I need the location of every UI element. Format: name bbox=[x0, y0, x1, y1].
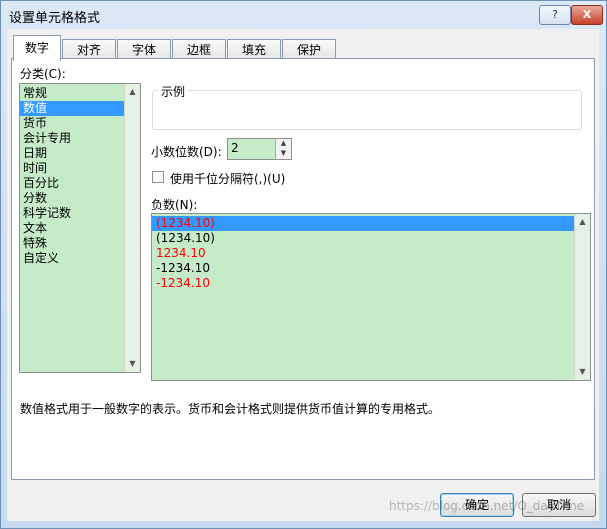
category-item[interactable]: 会计专用 bbox=[20, 131, 140, 146]
category-item[interactable]: 数值 bbox=[20, 101, 140, 116]
thousands-separator-label[interactable]: 使用千位分隔符(,)(U) bbox=[170, 170, 285, 187]
spin-buttons: ▲ ▼ bbox=[275, 139, 291, 159]
tab-font[interactable]: 字体 bbox=[117, 39, 171, 59]
scroll-down-icon[interactable]: ▼ bbox=[125, 356, 140, 372]
decimal-places-label: 小数位数(D): bbox=[151, 145, 222, 159]
close-button[interactable]: X bbox=[571, 5, 603, 25]
decimal-places-stepper[interactable]: 2 ▲ ▼ bbox=[227, 138, 292, 160]
dialog-client: 数字 对齐 字体 边框 填充 保护 分类(C): 常规 数值 货币 会计专用 日期 时间百… bbox=[7, 29, 599, 521]
watermark: https://blog.csdn.net/O_dayTime bbox=[389, 499, 585, 513]
tab-alignment[interactable]: 对齐 bbox=[62, 39, 116, 59]
title-bar[interactable]: 设置单元格格式 ? X bbox=[1, 1, 606, 29]
dialog-window: 设置单元格格式 ? X 数字 对齐 字体 边框 填充 保护 分类(C): 常规数… bbox=[0, 0, 607, 529]
negative-format-item[interactable]: (1234.10) bbox=[152, 216, 576, 231]
category-item[interactable]: 分数 bbox=[20, 191, 140, 206]
scroll-up-icon[interactable]: ▲ bbox=[125, 84, 140, 100]
tab-protection[interactable]: 保护 bbox=[282, 39, 336, 59]
negative-format-item[interactable]: -1234.10 bbox=[152, 261, 576, 276]
category-scrollbar[interactable]: ▲ ▼ bbox=[124, 84, 140, 372]
help-button[interactable]: ? bbox=[539, 5, 571, 25]
spin-up-icon[interactable]: ▲ bbox=[276, 139, 291, 149]
decimal-places-value[interactable]: 2 bbox=[231, 141, 239, 155]
category-label: 分类(C): bbox=[20, 67, 66, 81]
sample-label: 示例 bbox=[159, 83, 188, 100]
thousands-separator-checkbox[interactable] bbox=[152, 171, 164, 183]
scroll-down-icon[interactable]: ▼ bbox=[575, 364, 590, 380]
tab-border[interactable]: 边框 bbox=[172, 39, 226, 59]
category-item[interactable]: 自定义 bbox=[20, 251, 140, 266]
negative-format-item[interactable]: 1234.10 bbox=[152, 246, 576, 261]
tab-strip: 数字 对齐 字体 边框 填充 保护 bbox=[7, 33, 599, 61]
format-description: 数值格式用于一般数字的表示。货币和会计格式则提供货币值计算的专用格式。 bbox=[20, 402, 441, 416]
tab-fill[interactable]: 填充 bbox=[227, 39, 281, 59]
negative-items: (1234.10) (1234.10) 1234.10 -1234.10 -1234.1… bbox=[152, 214, 590, 291]
sample-group: 示例 bbox=[152, 83, 582, 130]
category-item[interactable]: 特殊 bbox=[20, 236, 140, 251]
scroll-up-icon[interactable]: ▲ bbox=[575, 214, 590, 230]
category-list[interactable]: 常规 数值 货币 会计专用 日期 时间 百分比 分数 科学记数 文本 特殊 自定义 ▲ ▼ bbox=[19, 83, 141, 373]
negative-format-item[interactable]: (1234.10) bbox=[152, 231, 576, 246]
category-item[interactable]: 时间 bbox=[20, 161, 140, 176]
number-tab-panel: 分类(C): 常规 数值 货币 会计专用 日期 时间 百分比 分数 科学记数 文本 特殊 自定义 ▲ … bbox=[11, 58, 595, 480]
category-item[interactable]: 文本 bbox=[20, 221, 140, 236]
negative-numbers-label: 负数(N): bbox=[151, 198, 198, 212]
category-item[interactable]: 日期 bbox=[20, 146, 140, 161]
category-items: 常规 数值 货币 会计专用 日期 时间 百分比 分数 科学记数 文本 特殊 自定义 bbox=[20, 84, 140, 266]
category-item[interactable]: 科学记数 bbox=[20, 206, 140, 221]
spin-down-icon[interactable]: ▼ bbox=[276, 149, 291, 159]
window-title: 设置单元格格式 bbox=[9, 11, 101, 26]
negative-scrollbar[interactable]: ▲ ▼ bbox=[574, 214, 590, 380]
category-item[interactable]: 货币 bbox=[20, 116, 140, 131]
tab-number[interactable]: 数字 bbox=[13, 35, 61, 61]
negative-numbers-list[interactable]: (1234.10) (1234.10) 1234.10 -1234.10 -1234.1… bbox=[151, 213, 591, 381]
category-item[interactable]: 百分比 bbox=[20, 176, 140, 191]
category-item[interactable]: 常规 bbox=[20, 86, 140, 101]
negative-format-item[interactable]: -1234.10 bbox=[152, 276, 576, 291]
